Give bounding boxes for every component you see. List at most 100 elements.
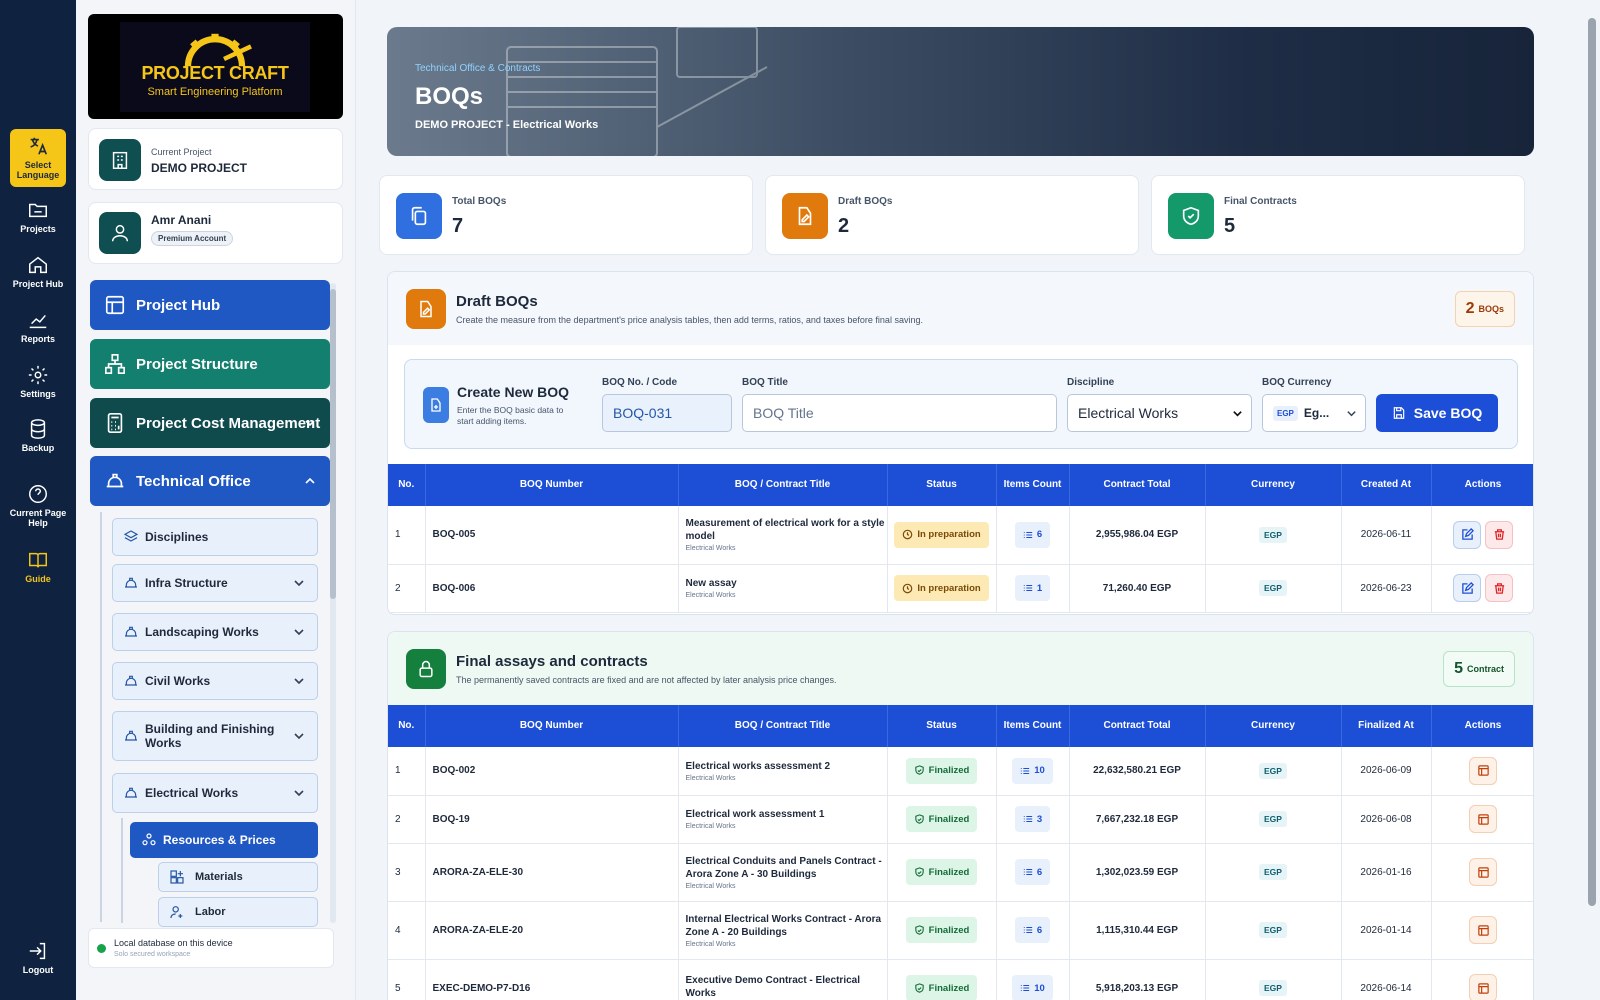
rail-project-hub[interactable]: Project Hub bbox=[0, 254, 76, 289]
col-items-count[interactable]: Items Count bbox=[996, 464, 1070, 506]
rail-label: Logout bbox=[22, 965, 54, 975]
col-no[interactable]: No. bbox=[388, 464, 426, 506]
edit-button[interactable] bbox=[1453, 520, 1481, 549]
row-discipline: Electrical Works bbox=[685, 774, 736, 782]
user-settings-icon bbox=[170, 906, 183, 919]
table-row[interactable]: 2 BOQ-19 Electrical work assessment 1 Elect… bbox=[388, 795, 1533, 844]
col-currency[interactable]: Currency bbox=[1205, 464, 1342, 506]
boq-title-input[interactable]: BOQ Title bbox=[742, 394, 1057, 432]
grid-plus-icon bbox=[170, 870, 184, 884]
delete-button[interactable] bbox=[1485, 574, 1513, 602]
view-sheet-button[interactable] bbox=[1469, 805, 1497, 833]
leaf-materials[interactable]: Materials bbox=[158, 862, 318, 892]
nav-project-structure[interactable]: Project Structure bbox=[90, 339, 330, 389]
discipline-select[interactable]: Electrical Works bbox=[1067, 394, 1252, 432]
sub-building-finishing-works[interactable]: Building and Finishing Works bbox=[112, 711, 318, 761]
rail-current-page-help[interactable]: Current Page Help bbox=[0, 483, 76, 528]
cell-items-count: 1 bbox=[996, 564, 1070, 613]
sidebar-scroll-thumb[interactable] bbox=[330, 289, 336, 599]
copy-icon bbox=[396, 193, 442, 239]
col-title[interactable]: BOQ / Contract Title bbox=[678, 464, 888, 506]
table-row[interactable]: 1 BOQ-002 Electrical works assessment 2 Ele… bbox=[388, 747, 1533, 796]
items-count-chip[interactable]: 10 bbox=[1012, 757, 1053, 784]
sub-resources-prices[interactable]: Resources & Prices bbox=[130, 822, 318, 858]
view-sheet-button[interactable] bbox=[1469, 916, 1497, 944]
col-status[interactable]: Status bbox=[887, 464, 997, 506]
cell-no: 1 bbox=[388, 747, 426, 796]
rail-guide[interactable]: Guide bbox=[0, 549, 76, 584]
clock-icon bbox=[903, 583, 913, 593]
file-plus-icon bbox=[423, 387, 449, 423]
sub-disciplines[interactable]: Disciplines bbox=[112, 518, 318, 556]
table-row[interactable]: 3 ARORA-ZA-ELE-30 Electrical Conduits and … bbox=[388, 843, 1533, 902]
col-contract-total[interactable]: Contract Total bbox=[1069, 705, 1206, 747]
view-sheet-button[interactable] bbox=[1469, 858, 1497, 886]
count-text: 1 bbox=[1036, 582, 1043, 594]
col-boq-number[interactable]: BOQ Number bbox=[425, 464, 679, 506]
user-name: Amr Anani bbox=[151, 213, 212, 227]
sidebar-scrollbar[interactable] bbox=[330, 283, 336, 923]
sub-electrical-works[interactable]: Electrical Works bbox=[112, 773, 318, 813]
col-contract-total[interactable]: Contract Total bbox=[1069, 464, 1206, 506]
col-items-count[interactable]: Items Count bbox=[996, 705, 1070, 747]
app-logo[interactable]: PROJECT CRAFT Smart Engineering Platform bbox=[88, 14, 343, 119]
col-created-at[interactable]: Created At bbox=[1341, 464, 1432, 506]
table-row[interactable]: 2 BOQ-006 New assay Electrical Works In p… bbox=[388, 564, 1533, 613]
table-row[interactable]: 5 EXEC-DEMO-P7-D16 Executive Demo Contract… bbox=[388, 959, 1533, 1000]
sub-landscaping-works[interactable]: Landscaping Works bbox=[112, 613, 318, 651]
items-count-chip[interactable]: 1 bbox=[1014, 575, 1051, 601]
rail-backup[interactable]: Backup bbox=[0, 418, 76, 453]
edit-button[interactable] bbox=[1453, 574, 1481, 602]
user-card[interactable]: Amr Anani Premium Account bbox=[88, 202, 343, 264]
leaf-labor[interactable]: Labor bbox=[158, 897, 318, 927]
col-boq-number[interactable]: BOQ Number bbox=[425, 705, 679, 747]
delete-button[interactable] bbox=[1485, 520, 1513, 549]
table-row[interactable]: 4 ARORA-ZA-ELE-20 Internal Electrical Work… bbox=[388, 901, 1533, 960]
col-currency[interactable]: Currency bbox=[1205, 705, 1342, 747]
table-icon bbox=[1477, 866, 1489, 878]
create-subtitle: Enter the BOQ basic data to start adding… bbox=[457, 405, 564, 426]
select-language-button[interactable]: Select Language bbox=[10, 129, 66, 187]
logo-subtitle: Smart Engineering Platform bbox=[147, 86, 283, 98]
sub-infra-structure[interactable]: Infra Structure bbox=[112, 564, 318, 602]
view-sheet-button[interactable] bbox=[1469, 756, 1497, 785]
rail-projects[interactable]: Projects bbox=[0, 199, 76, 234]
sub-civil-works[interactable]: Civil Works bbox=[112, 662, 318, 700]
cell-boq-number: ARORA-ZA-ELE-20 bbox=[425, 901, 679, 960]
currency-chip: EGP bbox=[1259, 580, 1287, 596]
items-count-chip[interactable]: 3 bbox=[1014, 806, 1051, 832]
col-title[interactable]: BOQ / Contract Title bbox=[678, 705, 888, 747]
items-count-chip[interactable]: 6 bbox=[1014, 521, 1051, 548]
nav-technical-office[interactable]: Technical Office bbox=[90, 456, 330, 506]
final-contracts-panel: Final assays and contracts The permanent… bbox=[387, 631, 1534, 1000]
rail-settings[interactable]: Settings bbox=[0, 364, 76, 399]
items-count-chip[interactable]: 10 bbox=[1012, 975, 1053, 1000]
save-boq-button[interactable]: Save BOQ bbox=[1376, 394, 1498, 432]
final-panel-header: Final assays and contracts The permanent… bbox=[388, 632, 1533, 705]
logout-icon bbox=[29, 942, 46, 960]
currency-select[interactable]: EGP Eg... bbox=[1262, 394, 1366, 432]
page-scrollbar[interactable] bbox=[1588, 18, 1596, 906]
helmet-icon bbox=[125, 577, 137, 588]
hero-background-image bbox=[506, 27, 768, 156]
col-status[interactable]: Status bbox=[887, 705, 997, 747]
nav-project-hub[interactable]: Project Hub bbox=[90, 280, 330, 330]
table-row[interactable]: 1 BOQ-005 Measurement of electrical work… bbox=[388, 506, 1533, 565]
list-icon bbox=[1023, 868, 1033, 876]
cell-no: 2 bbox=[388, 795, 426, 844]
row-title: Electrical work assessment 1 bbox=[685, 809, 825, 820]
table-header-row: No. BOQ Number BOQ / Contract Title Stat… bbox=[388, 464, 1533, 506]
boq-code-input[interactable]: BOQ-031 bbox=[602, 394, 732, 432]
rail-logout[interactable]: Logout bbox=[0, 940, 76, 975]
view-sheet-button[interactable] bbox=[1469, 974, 1497, 1000]
col-finalized-at[interactable]: Finalized At bbox=[1341, 705, 1432, 747]
rail-reports[interactable]: Reports bbox=[0, 309, 76, 344]
items-count-chip[interactable]: 6 bbox=[1014, 917, 1051, 943]
items-count-chip[interactable]: 6 bbox=[1014, 859, 1051, 885]
current-project-card[interactable]: Current Project DEMO PROJECT bbox=[88, 128, 343, 190]
nav-project-cost-management[interactable]: Project Cost Management bbox=[90, 398, 330, 448]
status-text: Finalized bbox=[928, 866, 970, 878]
col-no[interactable]: No. bbox=[388, 705, 426, 747]
col-actions: Actions bbox=[1431, 705, 1533, 747]
sub-label: Civil Works bbox=[145, 674, 211, 688]
